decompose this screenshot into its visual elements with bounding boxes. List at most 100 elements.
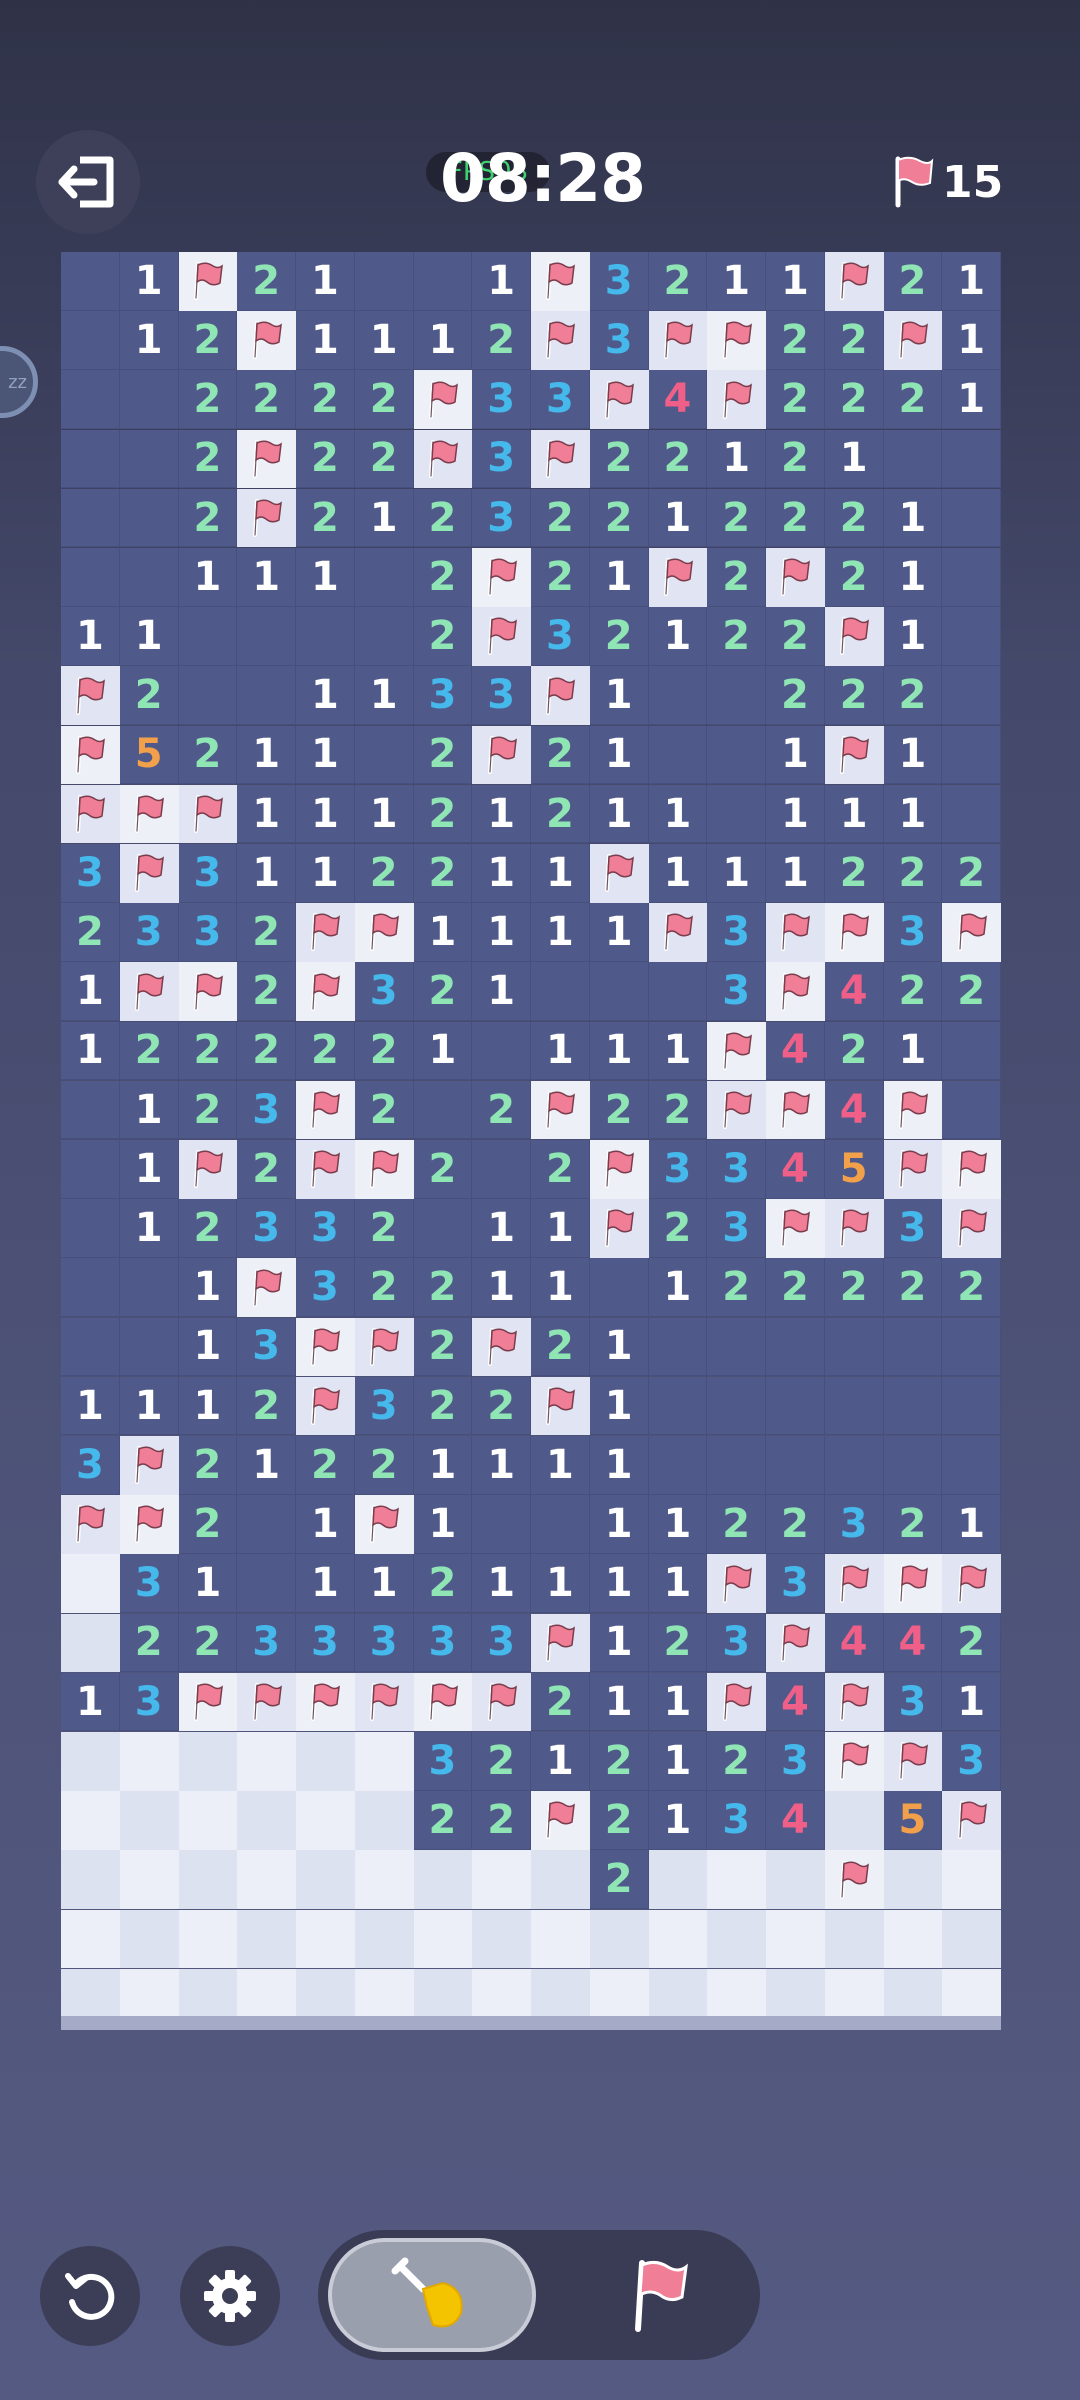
empty-cell[interactable]	[61, 370, 120, 429]
number-cell[interactable]: 2	[707, 607, 766, 666]
number-cell[interactable]: 1	[589, 1672, 649, 1732]
flagged-cell[interactable]	[119, 844, 179, 903]
flagged-cell[interactable]	[413, 370, 473, 429]
number-cell[interactable]: 3	[413, 1732, 473, 1791]
number-cell[interactable]: 2	[589, 1732, 649, 1791]
covered-cell[interactable]	[296, 1732, 355, 1791]
number-cell[interactable]: 2	[354, 1436, 414, 1495]
number-cell[interactable]: 3	[472, 666, 531, 725]
empty-cell[interactable]	[766, 1436, 825, 1495]
number-cell[interactable]: 1	[531, 1554, 590, 1613]
flagged-cell[interactable]	[178, 962, 238, 1021]
number-cell[interactable]: 1	[296, 311, 355, 370]
number-cell[interactable]: 2	[648, 1199, 708, 1258]
covered-cell[interactable]	[648, 1909, 708, 1969]
number-cell[interactable]: 4	[824, 1613, 884, 1673]
number-cell[interactable]: 2	[237, 252, 296, 311]
number-cell[interactable]: 1	[824, 784, 884, 844]
number-cell[interactable]: 1	[119, 1140, 179, 1199]
empty-cell[interactable]	[354, 548, 414, 607]
number-cell[interactable]: 3	[766, 1554, 825, 1613]
number-cell[interactable]: 1	[472, 1258, 531, 1317]
number-cell[interactable]: 1	[531, 844, 590, 903]
number-cell[interactable]: 1	[178, 1317, 238, 1377]
covered-cell[interactable]	[648, 1850, 708, 1909]
number-cell[interactable]: 3	[413, 1613, 473, 1673]
number-cell[interactable]: 1	[707, 844, 766, 903]
number-cell[interactable]: 1	[119, 607, 179, 666]
number-cell[interactable]: 1	[589, 784, 649, 844]
empty-cell[interactable]	[589, 962, 649, 1021]
number-cell[interactable]: 2	[824, 488, 884, 548]
empty-cell[interactable]	[942, 548, 1001, 607]
covered-cell[interactable]	[119, 1791, 179, 1850]
number-cell[interactable]: 2	[61, 903, 120, 962]
number-cell[interactable]: 3	[648, 1140, 708, 1199]
covered-cell[interactable]	[531, 1909, 590, 1969]
number-cell[interactable]: 1	[589, 1436, 649, 1495]
number-cell[interactable]: 2	[824, 844, 884, 903]
number-cell[interactable]: 1	[648, 1554, 708, 1613]
number-cell[interactable]: 1	[237, 784, 296, 844]
number-cell[interactable]: 1	[766, 252, 825, 311]
empty-cell[interactable]	[824, 1317, 884, 1377]
flagged-cell[interactable]	[824, 607, 884, 666]
covered-cell[interactable]	[119, 1850, 179, 1909]
number-cell[interactable]: 2	[648, 1080, 708, 1140]
flagged-cell[interactable]	[648, 903, 708, 962]
number-cell[interactable]: 3	[237, 1199, 296, 1258]
covered-cell[interactable]	[531, 1850, 590, 1909]
number-cell[interactable]: 1	[589, 1495, 649, 1554]
number-cell[interactable]: 3	[707, 903, 766, 962]
number-cell[interactable]: 2	[589, 429, 649, 489]
number-cell[interactable]: 3	[296, 1613, 355, 1673]
flagged-cell[interactable]	[296, 903, 355, 962]
number-cell[interactable]: 3	[766, 1732, 825, 1791]
empty-cell[interactable]	[648, 725, 708, 785]
number-cell[interactable]: 1	[61, 962, 120, 1021]
number-cell[interactable]: 2	[178, 1495, 238, 1554]
number-cell[interactable]: 2	[531, 548, 590, 607]
empty-cell[interactable]	[766, 1376, 825, 1436]
flagged-cell[interactable]	[119, 1495, 179, 1554]
number-cell[interactable]: 3	[354, 1613, 414, 1673]
empty-cell[interactable]	[531, 962, 590, 1021]
dig-mode-button[interactable]	[328, 2238, 536, 2352]
empty-cell[interactable]	[472, 1021, 531, 1081]
flagged-cell[interactable]	[472, 1672, 531, 1732]
number-cell[interactable]: 2	[883, 844, 943, 903]
number-cell[interactable]: 1	[472, 1554, 531, 1613]
number-cell[interactable]: 2	[119, 1613, 179, 1673]
covered-cell[interactable]	[354, 1909, 414, 1969]
number-cell[interactable]: 2	[237, 903, 296, 962]
number-cell[interactable]: 1	[648, 607, 708, 666]
number-cell[interactable]: 1	[354, 666, 414, 725]
number-cell[interactable]: 2	[531, 784, 590, 844]
covered-cell[interactable]	[61, 1791, 120, 1850]
number-cell[interactable]: 2	[413, 1140, 473, 1199]
flagged-cell[interactable]	[178, 252, 238, 311]
flagged-cell[interactable]	[766, 1613, 825, 1673]
number-cell[interactable]: 3	[707, 1199, 766, 1258]
number-cell[interactable]: 1	[531, 1258, 590, 1317]
number-cell[interactable]: 1	[354, 1554, 414, 1613]
number-cell[interactable]: 3	[237, 1317, 296, 1377]
number-cell[interactable]: 1	[354, 488, 414, 548]
covered-cell[interactable]	[707, 1850, 766, 1909]
flagged-cell[interactable]	[296, 962, 355, 1021]
number-cell[interactable]: 2	[237, 370, 296, 429]
number-cell[interactable]: 2	[413, 725, 473, 785]
covered-cell[interactable]	[237, 1732, 296, 1791]
flagged-cell[interactable]	[119, 962, 179, 1021]
number-cell[interactable]: 3	[178, 903, 238, 962]
number-cell[interactable]: 1	[472, 962, 531, 1021]
number-cell[interactable]: 1	[766, 725, 825, 785]
number-cell[interactable]: 1	[472, 1436, 531, 1495]
number-cell[interactable]: 2	[472, 1732, 531, 1791]
flagged-cell[interactable]	[531, 1791, 590, 1850]
empty-cell[interactable]	[942, 607, 1001, 666]
number-cell[interactable]: 2	[413, 1376, 473, 1436]
number-cell[interactable]: 1	[354, 784, 414, 844]
empty-cell[interactable]	[883, 429, 943, 489]
flagged-cell[interactable]	[178, 1672, 238, 1732]
